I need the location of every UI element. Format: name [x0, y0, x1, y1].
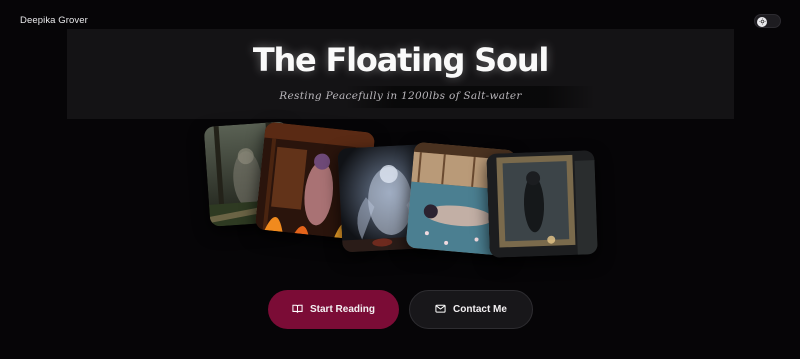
hero-banner: The Floating Soul Resting Peacefully in …	[67, 29, 734, 119]
hero-subtitle: Resting Peacefully in 1200lbs of Salt-wa…	[279, 90, 522, 102]
contact-me-label: Contact Me	[453, 304, 507, 315]
mail-icon	[435, 303, 446, 317]
theme-toggle[interactable]	[754, 14, 781, 28]
image-gallery	[200, 118, 610, 268]
book-open-icon	[292, 303, 303, 317]
start-reading-label: Start Reading	[309, 304, 375, 315]
sun-icon	[757, 16, 767, 27]
hero-actions: Start Reading Contact Me	[0, 290, 800, 330]
site-name[interactable]: Deepika Grover	[20, 15, 88, 26]
hero-title: The Floating Soul	[252, 41, 550, 79]
contact-me-button[interactable]: Contact Me	[409, 290, 533, 329]
start-reading-button[interactable]: Start Reading	[268, 290, 399, 329]
gallery-image-haunted-mirror[interactable]	[486, 150, 598, 258]
